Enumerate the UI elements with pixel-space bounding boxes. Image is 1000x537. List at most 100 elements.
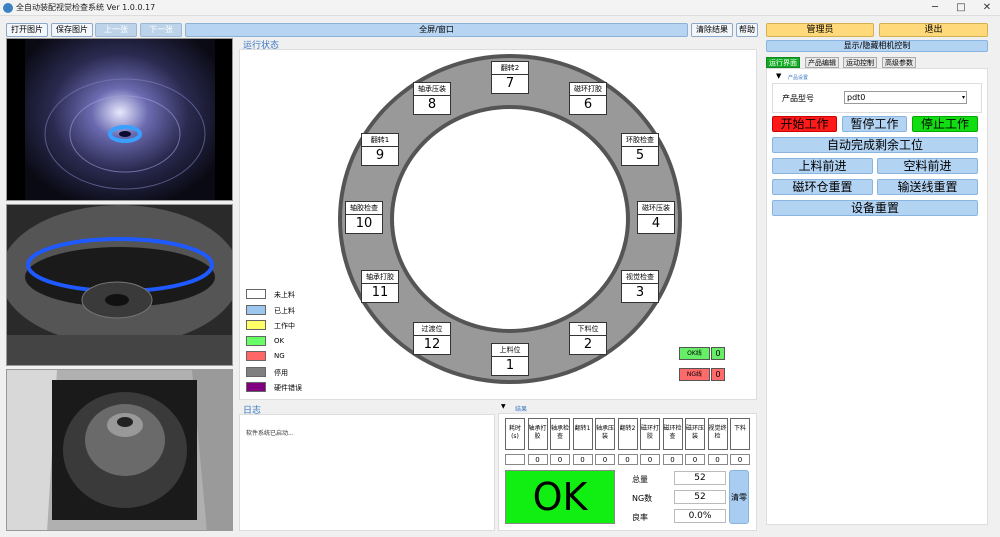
legend-swatch <box>246 351 266 361</box>
total-label: 总量 <box>632 475 648 484</box>
result-column-value: 0 <box>617 454 638 465</box>
station-11[interactable]: 轴承打胶 11 <box>361 270 399 303</box>
toggle-camera-control-button[interactable]: 显示/隐藏相机控制 <box>766 40 988 52</box>
prev-image-button[interactable]: 上一张 <box>95 23 137 37</box>
result-column-header: 视觉终检 <box>707 418 728 450</box>
fullscreen-toggle-button[interactable]: 全屏/窗口 <box>185 23 688 37</box>
result-column-value: 0 <box>550 454 570 465</box>
device-reset-button[interactable]: 设备重置 <box>772 200 978 216</box>
station-4[interactable]: 磁环压装 4 <box>637 201 675 234</box>
admin-button[interactable]: 管理员 <box>766 23 874 37</box>
results-collapse-arrow-icon[interactable]: ▼ <box>501 403 506 410</box>
save-image-button[interactable]: 保存图片 <box>51 23 93 37</box>
result-column-header: 轴承检查 <box>550 418 570 450</box>
result-column-header: 轴承压装 <box>595 418 615 450</box>
start-work-button[interactable]: 开始工作 <box>772 116 837 132</box>
station-label: 磁环打胶 <box>570 83 606 96</box>
results-title: 结果 <box>515 406 528 413</box>
station-label: 翻转2 <box>492 62 528 75</box>
result-column-value: 0 <box>527 454 548 465</box>
station-8[interactable]: 轴承压装 8 <box>413 82 451 115</box>
station-label: 环胶检查 <box>622 134 658 147</box>
product-type-value: pdt0 <box>847 93 866 102</box>
result-column-header: 磁环压装 <box>685 418 705 450</box>
close-button[interactable]: ✕ <box>974 0 1000 16</box>
help-button[interactable]: 帮助 <box>736 23 758 37</box>
pause-work-button[interactable]: 暂停工作 <box>842 116 907 132</box>
product-settings-arrow-icon[interactable]: ▼ <box>776 72 781 80</box>
ng-line-label: NG线 <box>679 368 710 381</box>
ng-line-value: 0 <box>711 368 725 381</box>
station-label: 过渡位 <box>414 323 450 336</box>
station-10[interactable]: 轴胶检查 10 <box>345 201 383 234</box>
result-column-header: 轴承打胶 <box>527 418 548 450</box>
result-column-header: 耗时(s) <box>505 418 525 450</box>
ng-count-value: 52 <box>674 490 726 504</box>
camera-view-3 <box>6 369 233 531</box>
station-3[interactable]: 视觉检查 3 <box>621 270 659 303</box>
legend-label: 硬件错误 <box>274 384 302 392</box>
next-image-button[interactable]: 下一张 <box>140 23 182 37</box>
camera-view-2 <box>6 204 233 366</box>
result-column-value <box>505 454 525 465</box>
station-number: 1 <box>505 358 515 373</box>
station-7[interactable]: 翻转2 7 <box>491 61 529 94</box>
legend-label: OK <box>274 336 285 345</box>
station-label: 上料位 <box>492 344 528 357</box>
result-column-value: 0 <box>730 454 750 465</box>
legend-label: 未上料 <box>274 291 295 299</box>
minimize-button[interactable]: ─ <box>922 0 948 16</box>
station-label: 轴承打胶 <box>362 271 398 284</box>
open-image-button[interactable]: 打开图片 <box>6 23 48 37</box>
result-column-value: 0 <box>707 454 728 465</box>
clear-results-button[interactable]: 清除结果 <box>691 23 733 37</box>
station-12[interactable]: 过渡位 12 <box>413 322 451 355</box>
magnet-bin-reset-button[interactable]: 磁环仓重置 <box>772 179 873 195</box>
legend-label: 工作中 <box>274 322 295 330</box>
station-number: 7 <box>505 76 515 91</box>
station-number: 5 <box>635 148 645 163</box>
station-number: 6 <box>583 97 593 112</box>
conveyor-reset-button[interactable]: 输送线重置 <box>877 179 978 195</box>
product-type-select[interactable]: pdt0 ▾ <box>844 91 967 104</box>
station-number: 10 <box>355 216 373 231</box>
station-2[interactable]: 下料位 2 <box>569 322 607 355</box>
legend-swatch <box>246 382 266 392</box>
station-label: 轴承压装 <box>414 83 450 96</box>
tab-advanced-params[interactable]: 高级参数 <box>882 57 916 68</box>
finish-remaining-button[interactable]: 自动完成剩余工位 <box>772 137 978 153</box>
legend-swatch <box>246 289 266 299</box>
stop-work-button[interactable]: 停止工作 <box>912 116 978 132</box>
clear-counts-button[interactable]: 清零 <box>729 470 749 524</box>
tab-run[interactable]: 运行界面 <box>766 57 800 68</box>
legend-swatch <box>246 320 266 330</box>
station-5[interactable]: 环胶检查 5 <box>621 133 659 166</box>
product-type-label: 产品型号 <box>782 94 814 103</box>
product-settings-title: 产品设置 <box>788 75 809 81</box>
empty-forward-button[interactable]: 空料前进 <box>877 158 978 174</box>
maximize-button[interactable]: □ <box>948 0 974 16</box>
camera-image-2 <box>7 205 232 365</box>
station-number: 9 <box>375 148 385 163</box>
chevron-down-icon: ▾ <box>961 94 965 101</box>
big-ok-indicator: OK <box>505 470 615 524</box>
result-column-value: 0 <box>640 454 660 465</box>
tab-motion-control[interactable]: 运动控制 <box>843 57 877 68</box>
station-6[interactable]: 磁环打胶 6 <box>569 82 607 115</box>
station-1[interactable]: 上料位 1 <box>491 343 529 376</box>
result-column-value: 0 <box>662 454 683 465</box>
result-column-header: 翻转1 <box>572 418 593 450</box>
tab-product-edit[interactable]: 产品编辑 <box>805 57 839 68</box>
result-column-header: 磁环打胶 <box>640 418 660 450</box>
legend-label: 停用 <box>274 368 288 377</box>
load-forward-button[interactable]: 上料前进 <box>772 158 873 174</box>
station-number: 12 <box>423 337 441 352</box>
result-column-header: 下料 <box>730 418 750 450</box>
ok-line-value: 0 <box>711 347 725 360</box>
station-9[interactable]: 翻转1 9 <box>361 133 399 166</box>
station-number: 3 <box>635 285 645 300</box>
exit-button[interactable]: 退出 <box>879 23 988 37</box>
ok-line-label: OK线 <box>679 347 710 360</box>
station-number: 4 <box>651 216 661 231</box>
camera-image-3 <box>7 370 232 530</box>
